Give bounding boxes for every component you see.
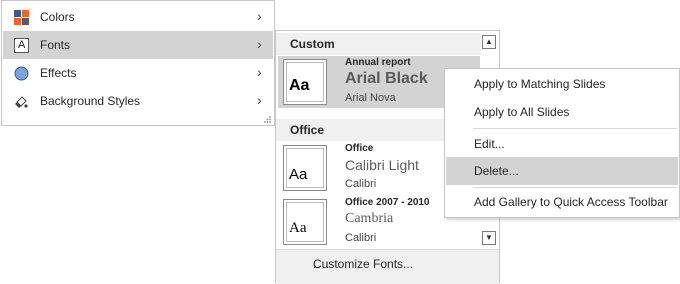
customize-fonts-button[interactable]: Customize Fonts... ....	[276, 249, 499, 284]
body-font: Arial Nova	[345, 92, 396, 104]
preview-text: Aa	[289, 166, 308, 183]
context-item-apply-all[interactable]: Apply to All Slides	[446, 98, 678, 126]
chevron-right-icon: ›	[257, 8, 262, 24]
resize-handle-icon[interactable]: ....	[313, 257, 330, 271]
menu-item-label: Effects	[40, 66, 77, 80]
context-item-label: Delete...	[474, 164, 519, 178]
context-item-label: Add Gallery to Quick Access Toolbar	[474, 195, 668, 209]
gallery-context-menu: Apply to Matching Slides Apply to All Sl…	[444, 68, 680, 218]
font-preview-thumbnail: Aa	[283, 59, 327, 105]
preview-text: Aa	[289, 220, 307, 236]
heading-font: Cambria	[345, 211, 394, 226]
chevron-right-icon: ›	[257, 92, 262, 108]
context-item-label: Apply to Matching Slides	[474, 77, 606, 91]
effects-icon	[14, 66, 29, 81]
resize-grip-icon[interactable]	[263, 113, 272, 123]
menu-item-label: Fonts	[40, 38, 71, 52]
gallery-section-header-custom: Custom	[276, 33, 481, 55]
background-styles-icon	[14, 94, 29, 109]
preview-text: Aa	[289, 77, 310, 94]
heading-font: Calibri Light	[345, 157, 419, 173]
menu-item-label: Colors	[40, 10, 75, 24]
context-item-label: Apply to All Slides	[474, 105, 570, 119]
context-item-label: Edit...	[474, 137, 505, 151]
menu-item-label: Background Styles	[40, 94, 141, 108]
menu-item-fonts[interactable]: A Fonts ›	[3, 31, 273, 59]
font-preview-thumbnail: Aa	[283, 145, 327, 191]
chevron-right-icon: ›	[257, 64, 262, 80]
menu-item-colors[interactable]: Colors ›	[3, 3, 273, 31]
fonts-icon: A	[14, 38, 29, 53]
scroll-up-icon[interactable]: ▲	[482, 35, 496, 49]
colors-icon	[14, 10, 29, 25]
heading-font: Arial Black	[345, 70, 428, 87]
themes-submenu: Colors › A Fonts › Effects › Background …	[1, 0, 275, 126]
context-item-add-to-qat[interactable]: Add Gallery to Quick Access Toolbar	[446, 188, 678, 216]
menu-divider	[473, 128, 677, 129]
menu-item-background-styles[interactable]: Background Styles ›	[3, 87, 273, 115]
body-font: Calibri	[345, 178, 377, 190]
font-theme-name: Office	[345, 143, 374, 154]
menu-item-effects[interactable]: Effects ›	[3, 59, 273, 87]
context-item-apply-matching[interactable]: Apply to Matching Slides	[446, 70, 678, 98]
chevron-right-icon: ›	[257, 36, 262, 52]
context-item-edit[interactable]: Edit...	[446, 130, 678, 158]
font-preview-thumbnail: Aa	[283, 199, 327, 245]
body-font: Calibri	[345, 232, 377, 244]
scroll-down-icon[interactable]: ▼	[482, 231, 496, 245]
context-item-delete[interactable]: Delete...	[446, 157, 678, 185]
font-theme-name: Office 2007 - 2010	[345, 197, 430, 208]
section-title: Office	[290, 123, 325, 137]
font-theme-name: Annual report	[345, 57, 411, 68]
section-title: Custom	[290, 37, 335, 51]
